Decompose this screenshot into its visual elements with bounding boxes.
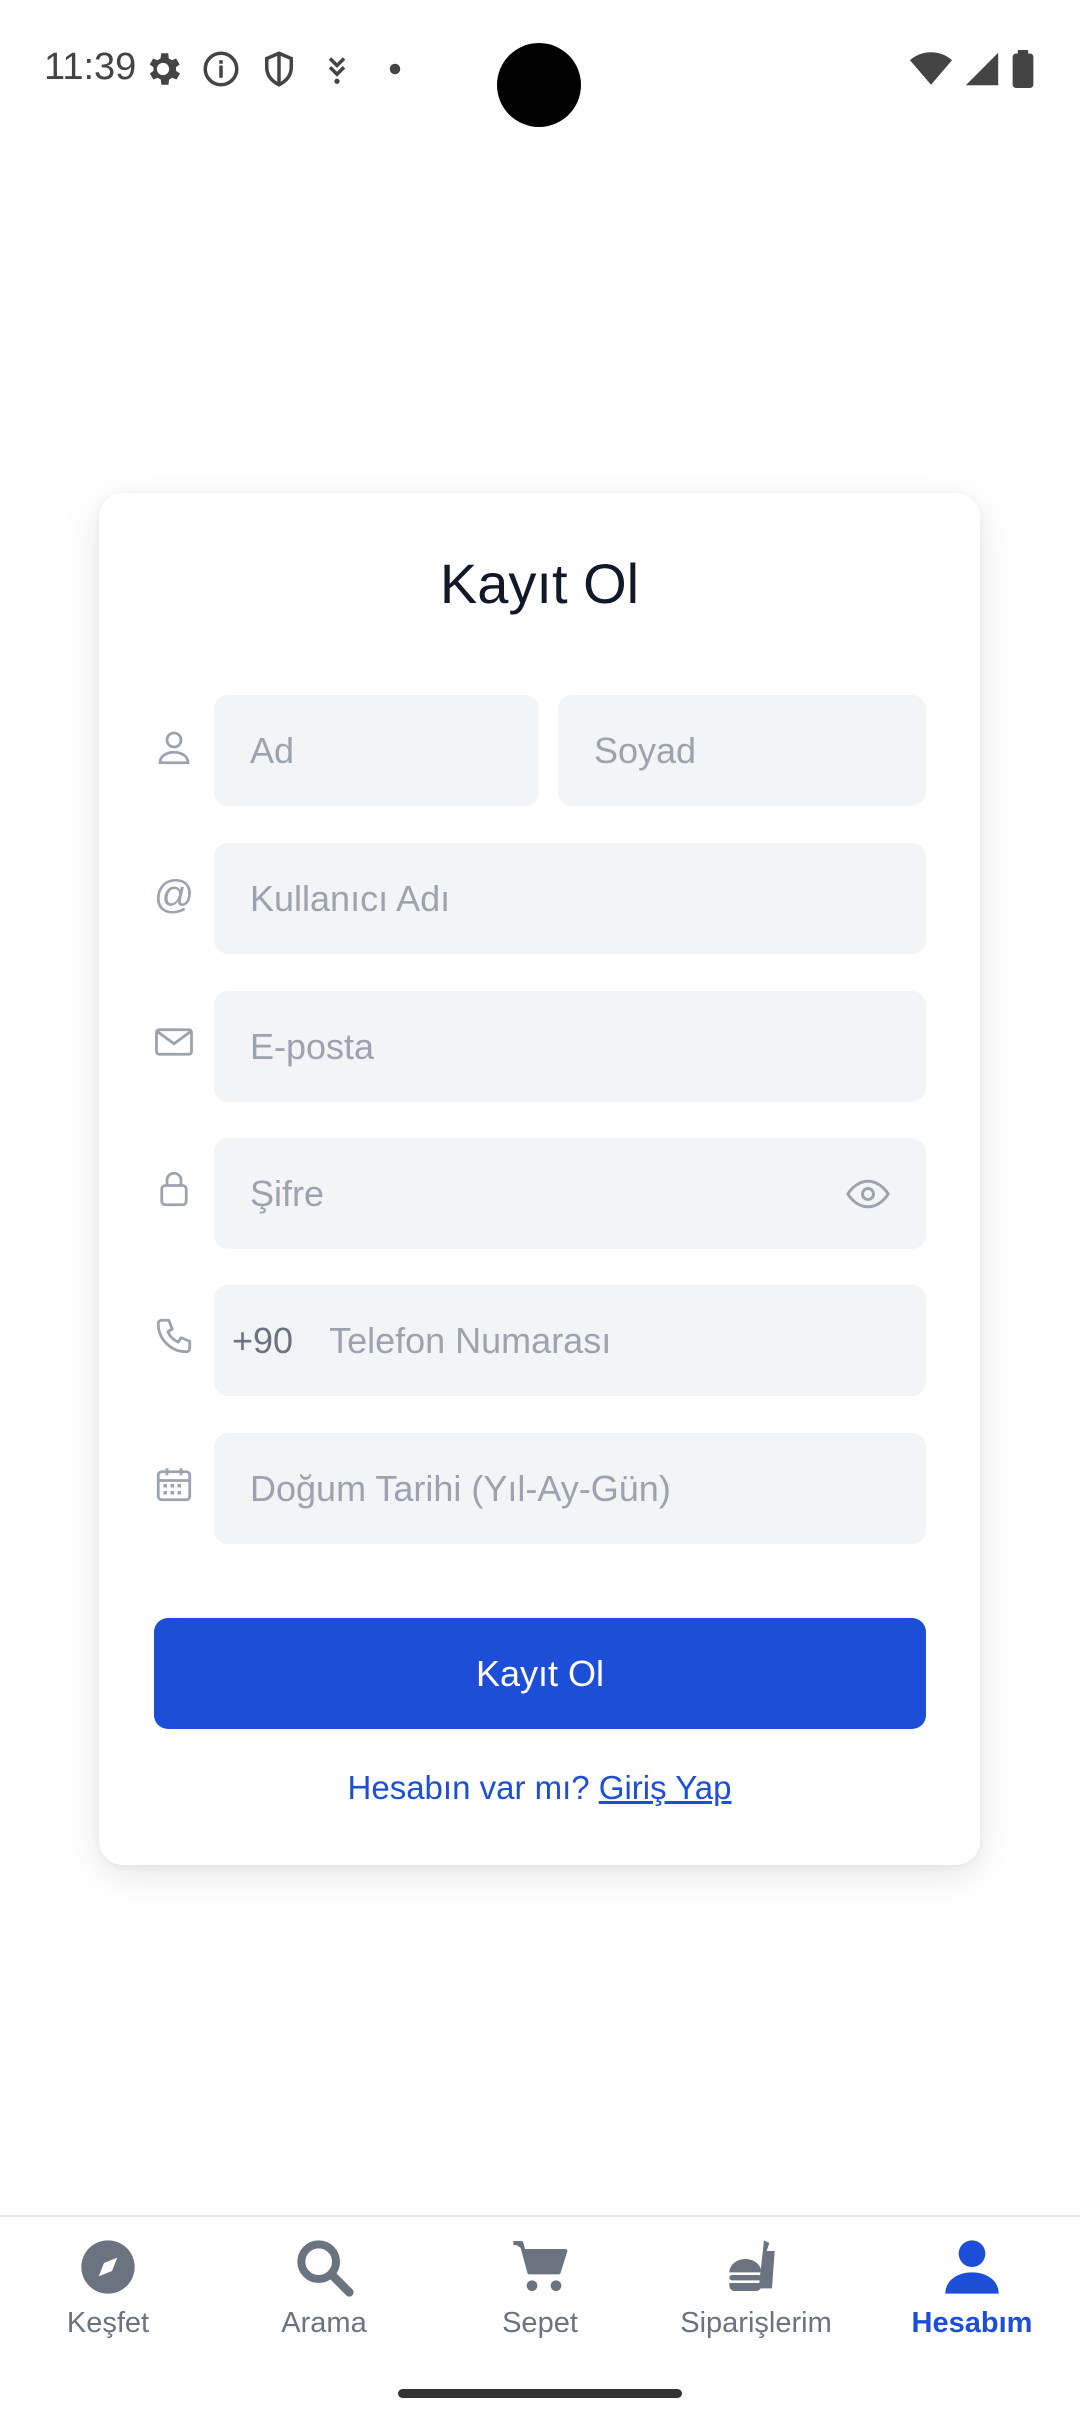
nav-label: Siparişlerim xyxy=(680,2307,832,2339)
calendar-icon xyxy=(153,1463,195,1505)
cart-icon xyxy=(513,2241,568,2291)
birthdate-placeholder: Doğum Tarihi (Yıl-Ay-Gün) xyxy=(250,1467,671,1509)
search-icon xyxy=(297,2240,354,2297)
status-bar: 11:39 xyxy=(0,0,1080,140)
info-icon xyxy=(203,51,239,87)
mail-icon xyxy=(153,1021,195,1063)
home-indicator[interactable] xyxy=(398,2389,682,2398)
birthdate-field[interactable]: Doğum Tarihi (Yıl-Ay-Gün) xyxy=(214,1433,926,1544)
status-icons-right xyxy=(910,50,1034,88)
register-card: Kayıt Ol Ad Soyad @ Kullanıcı Adı E-post… xyxy=(99,493,980,1865)
user-icon xyxy=(945,2240,999,2294)
shield-icon xyxy=(265,51,293,87)
page-title: Kayıt Ol xyxy=(439,552,640,615)
nav-label: Keşfet xyxy=(66,2307,150,2339)
last-name-field[interactable]: Soyad xyxy=(558,695,926,806)
login-prompt: Hesabın var mı? xyxy=(347,1769,590,1806)
download-icon xyxy=(328,57,346,84)
phone-field[interactable]: +90 Telefon Numarası xyxy=(214,1285,926,1396)
password-field[interactable]: Şifre xyxy=(214,1138,926,1249)
email-placeholder: E-posta xyxy=(250,1025,375,1067)
dot-icon xyxy=(389,63,401,75)
lock-icon xyxy=(153,1168,195,1210)
nav-label: Hesabım xyxy=(911,2307,1033,2339)
status-icons-left xyxy=(142,48,416,90)
username-field[interactable]: Kullanıcı Adı xyxy=(214,843,926,954)
nav-label: Arama xyxy=(281,2307,367,2339)
at-icon: @ xyxy=(153,873,195,917)
first-name-field[interactable]: Ad xyxy=(214,695,539,806)
register-button[interactable]: Kayıt Ol xyxy=(154,1618,926,1729)
username-placeholder: Kullanıcı Adı xyxy=(250,877,451,919)
nav-item-sepet[interactable]: Sepet xyxy=(432,2235,648,2340)
phone-placeholder: Telefon Numarası xyxy=(329,1319,612,1361)
nav-label: Sepet xyxy=(502,2307,578,2339)
nav-item-kesfet[interactable]: Keşfet xyxy=(0,2235,216,2340)
login-link[interactable]: Giriş Yap xyxy=(599,1769,732,1806)
login-prompt-line: Hesabın var mı? Giriş Yap xyxy=(99,1769,980,1807)
last-name-placeholder: Soyad xyxy=(594,729,697,771)
wifi-icon xyxy=(910,52,952,85)
nav-item-arama[interactable]: Arama xyxy=(216,2235,432,2340)
first-name-placeholder: Ad xyxy=(250,729,295,771)
compass-icon xyxy=(81,2240,135,2294)
phone-icon xyxy=(153,1315,195,1357)
camera-cutout xyxy=(497,43,581,127)
password-placeholder: Şifre xyxy=(250,1172,325,1214)
battery-icon xyxy=(1012,50,1034,88)
eye-icon[interactable] xyxy=(846,1172,890,1216)
signal-icon xyxy=(965,52,999,86)
person-icon xyxy=(153,726,195,768)
phone-prefix: +90 xyxy=(232,1319,294,1361)
settings-icon xyxy=(149,53,180,85)
takeaway-icon xyxy=(729,2240,775,2291)
register-button-label: Kayıt Ol xyxy=(475,1652,605,1694)
status-time: 11:39 xyxy=(44,46,137,88)
email-field[interactable]: E-posta xyxy=(214,991,926,1102)
nav-item-siparislerim[interactable]: Siparişlerim xyxy=(648,2235,864,2340)
nav-item-hesabim[interactable]: Hesabım xyxy=(864,2235,1080,2340)
